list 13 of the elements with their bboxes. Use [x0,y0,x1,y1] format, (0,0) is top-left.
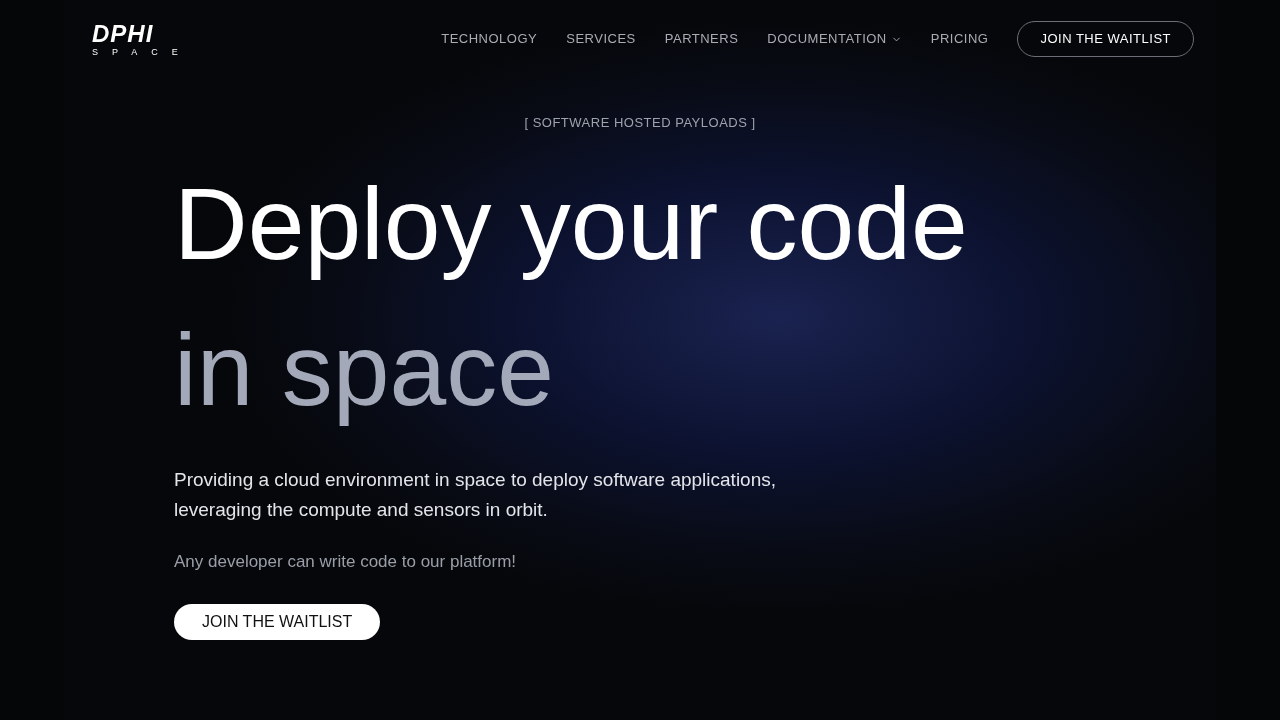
hero-description: Providing a cloud environment in space to deploy software applications, leveraging the compute and sensors in orbit. [174,467,778,522]
eyebrow-label: [ SOFTWARE HOSTED PAYLOADS ] [524,114,756,132]
logo-wordmark[interactable]: DPHI [92,21,154,46]
hero-title-accent: in space [174,311,555,429]
hero-title: Deploy your code [174,165,969,283]
waitlist-button[interactable]: JOIN THE WAITLIST [174,604,381,640]
nav-link[interactable]: TECHNOLOGY [441,29,538,49]
nav-link[interactable]: PRICING [930,29,989,49]
nav-link[interactable]: PARTNERS [664,29,739,49]
nav-link[interactable]: SERVICES [566,29,636,49]
nav-link[interactable]: DOCUMENTATION [767,29,902,49]
logo-subtitle: SPACE [92,47,192,57]
hero-note: Any developer can write code to our platform! [174,550,518,573]
